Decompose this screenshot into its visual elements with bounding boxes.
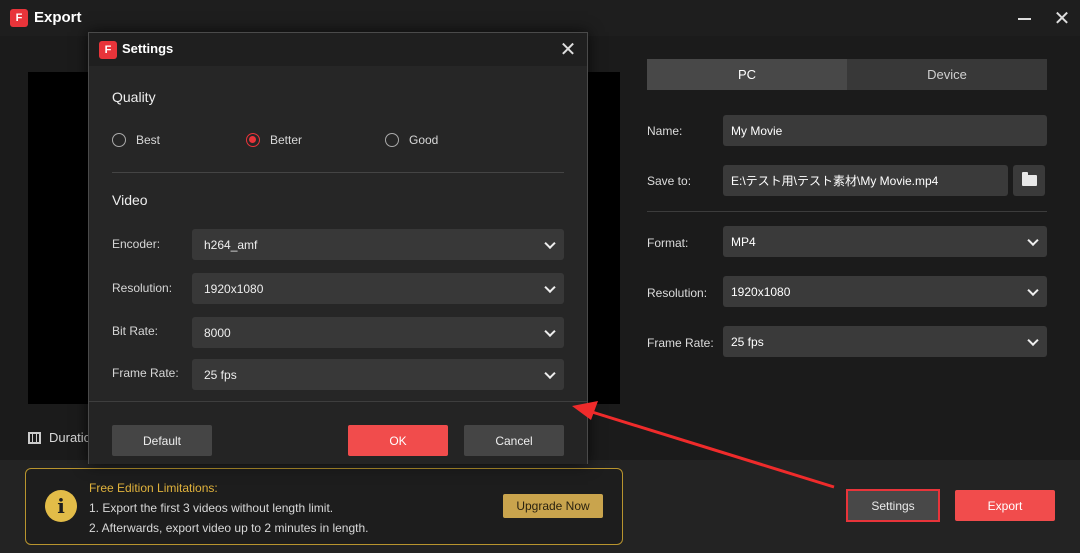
app-logo-icon: F <box>99 41 117 59</box>
settings-button[interactable]: Settings <box>846 489 940 522</box>
save-path-field[interactable]: E:\テスト用\テスト素材\My Movie.mp4 <box>723 165 1008 196</box>
export-target-tabs: PC Device <box>647 59 1047 90</box>
quality-option-label: Good <box>409 133 439 147</box>
quality-option-better[interactable]: Better <box>246 133 302 147</box>
limitations-title: Free Edition Limitations: <box>89 481 218 495</box>
chevron-down-icon <box>544 367 556 379</box>
resolution-label: Resolution: <box>112 281 173 295</box>
frame-rate-label: Frame Rate: <box>112 366 179 380</box>
format-label: Format: <box>647 236 689 250</box>
close-icon[interactable]: ✕ <box>1050 6 1074 30</box>
save-to-label: Save to: <box>647 174 692 188</box>
bit-rate-value: 8000 <box>204 325 231 340</box>
app-logo-icon: F <box>10 9 28 27</box>
window-title: Export <box>34 9 82 26</box>
divider <box>112 172 564 173</box>
chevron-down-icon <box>1027 284 1039 296</box>
bit-rate-select[interactable]: 8000 <box>192 317 564 348</box>
frame-rate-select[interactable]: 25 fps <box>723 326 1047 357</box>
dialog-title: Settings <box>122 41 174 56</box>
name-label: Name: <box>647 124 683 138</box>
frame-rate-value: 25 fps <box>731 334 764 349</box>
dialog-header: F Settings ✕ <box>89 33 587 66</box>
encoder-select[interactable]: h264_amf <box>192 229 564 260</box>
tab-pc[interactable]: PC <box>647 59 847 90</box>
chevron-down-icon <box>544 281 556 293</box>
info-icon: i <box>45 490 77 522</box>
quality-option-label: Best <box>136 133 161 147</box>
resolution-value: 1920x1080 <box>731 284 791 299</box>
encoder-value: h264_amf <box>204 237 258 252</box>
radio-icon <box>112 133 126 147</box>
ok-button[interactable]: OK <box>348 425 448 456</box>
limitation-line-2: 2. Afterwards, export video up to 2 minu… <box>89 521 369 535</box>
encoder-label: Encoder: <box>112 237 161 251</box>
divider <box>647 211 1047 212</box>
default-button[interactable]: Default <box>112 425 212 456</box>
browse-folder-button[interactable] <box>1013 165 1045 196</box>
export-button[interactable]: Export <box>955 490 1055 521</box>
settings-dialog: F Settings ✕ Quality Best Better Good Vi… <box>88 32 588 464</box>
chevron-down-icon <box>544 325 556 337</box>
format-select[interactable]: MP4 <box>723 226 1047 257</box>
video-heading: Video <box>112 192 148 208</box>
radio-icon <box>385 133 399 147</box>
resolution-value: 1920x1080 <box>204 281 264 296</box>
resolution-label: Resolution: <box>647 286 708 300</box>
film-icon <box>28 431 41 444</box>
cancel-button[interactable]: Cancel <box>464 425 564 456</box>
quality-heading: Quality <box>112 89 156 105</box>
quality-option-best[interactable]: Best <box>112 133 160 147</box>
chevron-down-icon <box>1027 234 1039 246</box>
frame-rate-value: 25 fps <box>204 367 237 382</box>
quality-option-label: Better <box>270 133 303 147</box>
quality-option-good[interactable]: Good <box>385 133 438 147</box>
format-value: MP4 <box>731 234 756 249</box>
tab-device[interactable]: Device <box>847 59 1047 90</box>
frame-rate-label: Frame Rate: <box>647 336 714 350</box>
upgrade-now-button[interactable]: Upgrade Now <box>503 494 603 518</box>
minimize-icon[interactable] <box>1012 6 1036 30</box>
limitation-line-1: 1. Export the first 3 videos without len… <box>89 501 334 515</box>
bit-rate-label: Bit Rate: <box>112 324 159 338</box>
close-icon[interactable]: ✕ <box>557 38 579 61</box>
chevron-down-icon <box>544 237 556 249</box>
frame-rate-select[interactable]: 25 fps <box>192 359 564 390</box>
window-title-bar: F Export ✕ <box>0 0 1080 36</box>
radio-selected-icon <box>246 133 260 147</box>
folder-icon <box>1021 172 1037 186</box>
resolution-select[interactable]: 1920x1080 <box>723 276 1047 307</box>
chevron-down-icon <box>1027 334 1039 346</box>
name-field[interactable]: My Movie <box>723 115 1047 146</box>
resolution-select[interactable]: 1920x1080 <box>192 273 564 304</box>
